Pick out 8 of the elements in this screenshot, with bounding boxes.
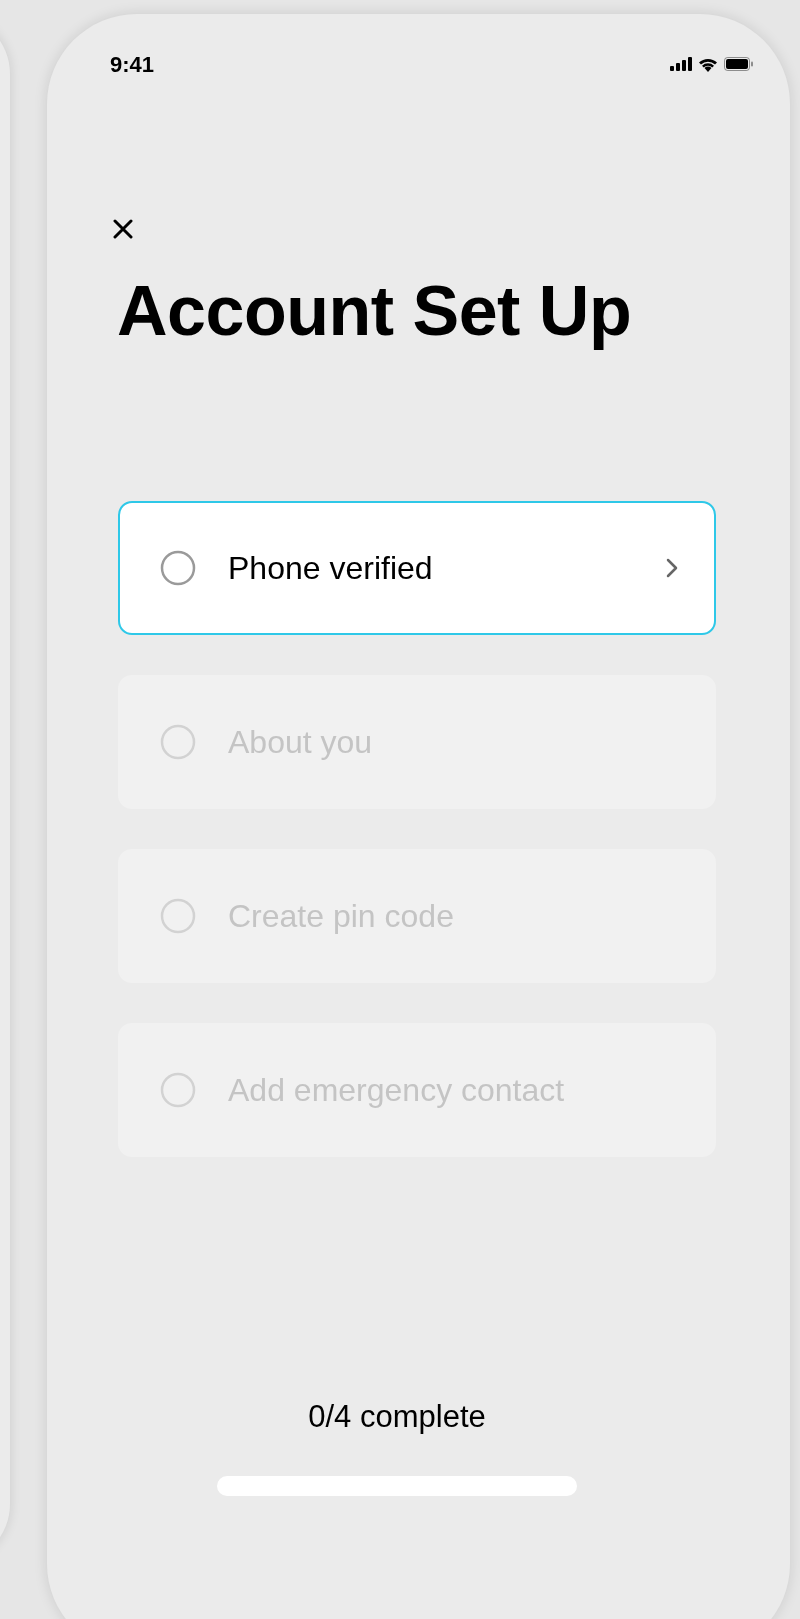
chevron-right-icon bbox=[666, 558, 678, 578]
battery-icon bbox=[724, 57, 754, 71]
close-icon bbox=[113, 219, 133, 239]
status-time: 9:41 bbox=[110, 50, 155, 79]
progress-text: 0/4 complete bbox=[308, 1397, 486, 1436]
setup-step-item[interactable]: Phone verified bbox=[118, 501, 716, 635]
signal-icon bbox=[670, 57, 692, 71]
wifi-icon bbox=[698, 56, 718, 72]
